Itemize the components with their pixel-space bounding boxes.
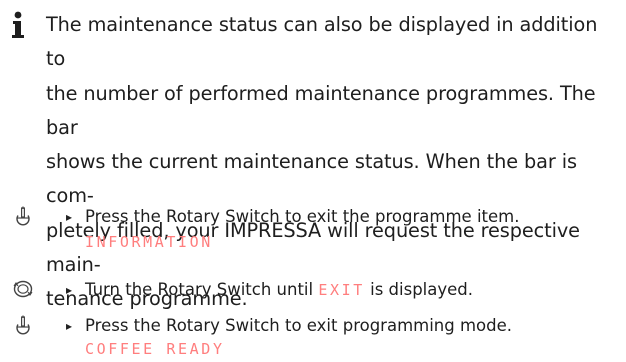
info-icon — [12, 11, 24, 38]
press-rotary-switch-icon — [16, 315, 30, 335]
info-line: The maintenance status can also be displ… — [46, 13, 598, 71]
bullet-arrow: ▸ — [66, 210, 73, 224]
info-note: The maintenance status can also be displ… — [6, 8, 618, 317]
press-rotary-switch-icon — [16, 206, 30, 226]
turn-rotary-switch-icon — [13, 280, 33, 298]
info-paragraph: The maintenance status can also be displ… — [46, 8, 618, 317]
bullet-arrow: ▸ — [66, 319, 73, 333]
display-text-coffee-ready: COFFEE READY — [85, 340, 225, 358]
step-text: Press the Rotary Switch to exit the prog… — [85, 207, 520, 226]
display-text-information: INFORMATION — [85, 233, 213, 251]
info-line: shows the current maintenance status. Wh… — [46, 150, 577, 208]
bullet-arrow: ▸ — [66, 283, 73, 297]
display-text-exit: EXIT — [318, 281, 365, 299]
step-text: Turn the Rotary Switch until EXIT is dis… — [85, 280, 474, 299]
info-line: the number of performed maintenance prog… — [46, 81, 596, 139]
step-text: Press the Rotary Switch to exit programm… — [85, 316, 513, 335]
